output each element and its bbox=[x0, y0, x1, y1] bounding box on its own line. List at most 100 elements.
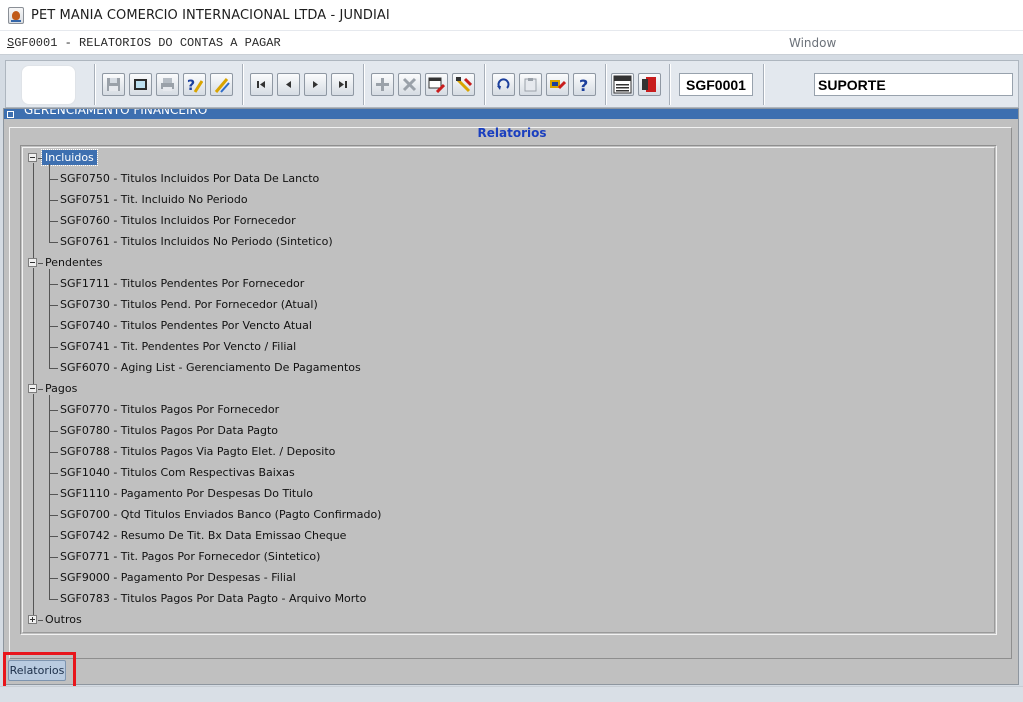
tree-group-label: Pagos bbox=[45, 382, 78, 395]
toolbar-separator bbox=[484, 64, 486, 105]
insert-record-button[interactable] bbox=[371, 73, 394, 96]
delete-record-icon bbox=[402, 77, 417, 92]
tree-item[interactable]: SGF1110 - Pagamento Por Despesas Do Titu… bbox=[60, 486, 313, 502]
tree-connector bbox=[49, 269, 50, 368]
tree-item[interactable]: SGF0761 - Titulos Incluidos No Periodo (… bbox=[60, 234, 333, 250]
form-title: SGF0001 - RELATORIOS DO CONTAS A PAGAR bbox=[7, 36, 281, 50]
tree-connector bbox=[49, 536, 58, 537]
tree-connector bbox=[49, 221, 58, 222]
last-record-icon bbox=[339, 81, 347, 88]
undo-button[interactable] bbox=[492, 73, 515, 96]
java-app-icon bbox=[8, 7, 24, 24]
tree-group-pendentes[interactable]: Pendentes bbox=[42, 255, 106, 271]
tree-item[interactable]: SGF0742 - Resumo De Tit. Bx Data Emissao… bbox=[60, 528, 346, 544]
tree-group-pagos[interactable]: Pagos bbox=[42, 381, 80, 397]
tree-connector bbox=[49, 368, 58, 369]
tree-group-incluidos[interactable]: Incluidos bbox=[41, 149, 98, 166]
tree-item[interactable]: SGF0788 - Titulos Pagos Via Pagto Elet. … bbox=[60, 444, 335, 460]
tree-connector bbox=[49, 557, 58, 558]
next-record-icon bbox=[313, 81, 318, 88]
tree-item[interactable]: SGF0780 - Titulos Pagos Por Data Pagto bbox=[60, 423, 278, 439]
exit-icon bbox=[642, 77, 656, 92]
clipboard-button[interactable] bbox=[519, 73, 542, 96]
printer-icon bbox=[161, 78, 174, 91]
tree-connector bbox=[49, 473, 58, 474]
print-preview-button[interactable] bbox=[129, 73, 152, 96]
tree-item[interactable]: SGF1711 - Titulos Pendentes Por Forneced… bbox=[60, 276, 304, 292]
tree-connector bbox=[49, 578, 58, 579]
help-button[interactable]: ? bbox=[573, 73, 596, 96]
save-button[interactable] bbox=[102, 73, 125, 96]
tree-trunk bbox=[33, 394, 34, 615]
next-record-button[interactable] bbox=[304, 73, 327, 96]
tree-connector bbox=[49, 242, 58, 243]
tree-connector bbox=[49, 305, 58, 306]
user-field: SUPORTE bbox=[814, 73, 1013, 96]
toolbar: ? ? SGF0001 SUPORTE bbox=[5, 60, 1019, 108]
clear-button[interactable] bbox=[452, 73, 475, 96]
clear-icon bbox=[455, 77, 472, 93]
tree-connector bbox=[49, 326, 58, 327]
exit-button[interactable] bbox=[638, 73, 661, 96]
window-title-bar: PET MANIA COMERCIO INTERNACIONAL LTDA - … bbox=[0, 0, 1023, 31]
expand-icon[interactable] bbox=[28, 615, 37, 624]
tree-item[interactable]: SGF0750 - Titulos Incluidos Por Data De … bbox=[60, 171, 319, 187]
form-title-text: GF0001 - RELATORIOS DO CONTAS A PAGAR bbox=[14, 36, 281, 50]
insert-record-icon bbox=[376, 78, 389, 91]
main-panel: GERENCIAMENTO FINANCEIRO Relatorios Incl… bbox=[3, 108, 1019, 685]
status-strip bbox=[0, 686, 1023, 702]
collapse-icon[interactable] bbox=[28, 153, 37, 162]
toolbar-separator bbox=[669, 64, 671, 105]
tree-connector bbox=[49, 284, 58, 285]
execute-query-button[interactable] bbox=[425, 73, 448, 96]
tree-group-label: Incluidos bbox=[41, 149, 98, 166]
tree-item[interactable]: SGF0740 - Titulos Pendentes Por Vencto A… bbox=[60, 318, 312, 334]
tools-button[interactable] bbox=[546, 73, 569, 96]
collapse-icon[interactable] bbox=[28, 258, 37, 267]
last-record-button[interactable] bbox=[331, 73, 354, 96]
tree-item[interactable]: SGF0730 - Titulos Pend. Por Fornecedor (… bbox=[60, 297, 318, 313]
collapse-icon[interactable] bbox=[28, 384, 37, 393]
tree-item[interactable]: SGF1040 - Titulos Com Respectivas Baixas bbox=[60, 465, 295, 481]
svg-text:?: ? bbox=[187, 78, 195, 93]
tree-item[interactable]: SGF0700 - Qtd Titulos Enviados Banco (Pa… bbox=[60, 507, 381, 523]
window-title: PET MANIA COMERCIO INTERNACIONAL LTDA - … bbox=[31, 8, 390, 23]
help-query-button[interactable]: ? bbox=[183, 73, 206, 96]
menu-bar: SGF0001 - RELATORIOS DO CONTAS A PAGAR W… bbox=[0, 31, 1023, 55]
tree-item[interactable]: SGF0741 - Tit. Pendentes Por Vencto / Fi… bbox=[60, 339, 296, 355]
window-menu[interactable]: Window bbox=[789, 36, 836, 50]
tree-item[interactable]: SGF0751 - Tit. Incluido No Periodo bbox=[60, 192, 248, 208]
first-record-button[interactable] bbox=[250, 73, 273, 96]
tree-item[interactable]: SGF9000 - Pagamento Por Despesas - Filia… bbox=[60, 570, 296, 586]
tree-connector bbox=[49, 164, 50, 242]
toolbar-separator bbox=[605, 64, 607, 105]
tree-connector bbox=[49, 431, 58, 432]
toolbar-separator bbox=[94, 64, 96, 105]
edit-query-icon bbox=[214, 78, 230, 93]
previous-record-button[interactable] bbox=[277, 73, 300, 96]
delete-record-button[interactable] bbox=[398, 73, 421, 96]
tab-relatorios[interactable]: Relatorios bbox=[8, 660, 66, 681]
tree-group-label: Pendentes bbox=[45, 256, 103, 269]
help-query-icon: ? bbox=[187, 78, 203, 93]
tree-connector bbox=[49, 494, 58, 495]
tree-connector bbox=[49, 599, 58, 600]
toolbar-separator bbox=[363, 64, 365, 105]
tree-connector bbox=[49, 200, 58, 201]
tree-trunk bbox=[33, 268, 34, 384]
tree-group-outros[interactable]: Outros bbox=[42, 612, 85, 628]
tree-item[interactable]: SGF6070 - Aging List - Gerenciamento De … bbox=[60, 360, 361, 376]
printer-button[interactable] bbox=[156, 73, 179, 96]
tree-connector bbox=[49, 515, 58, 516]
tree-item[interactable]: SGF0771 - Tit. Pagos Por Fornecedor (Sin… bbox=[60, 549, 320, 565]
menu-button[interactable] bbox=[611, 73, 634, 96]
tree-item[interactable]: SGF0760 - Titulos Incluidos Por Forneced… bbox=[60, 213, 296, 229]
edit-query-button[interactable] bbox=[210, 73, 233, 96]
company-logo bbox=[21, 65, 76, 105]
svg-text:?: ? bbox=[579, 76, 588, 93]
tree-item[interactable]: SGF0783 - Titulos Pagos Por Data Pagto -… bbox=[60, 591, 366, 607]
tree-connector bbox=[49, 410, 58, 411]
tree-connector bbox=[49, 452, 58, 453]
tree-item[interactable]: SGF0770 - Titulos Pagos Por Fornecedor bbox=[60, 402, 279, 418]
clipboard-icon bbox=[524, 78, 537, 92]
